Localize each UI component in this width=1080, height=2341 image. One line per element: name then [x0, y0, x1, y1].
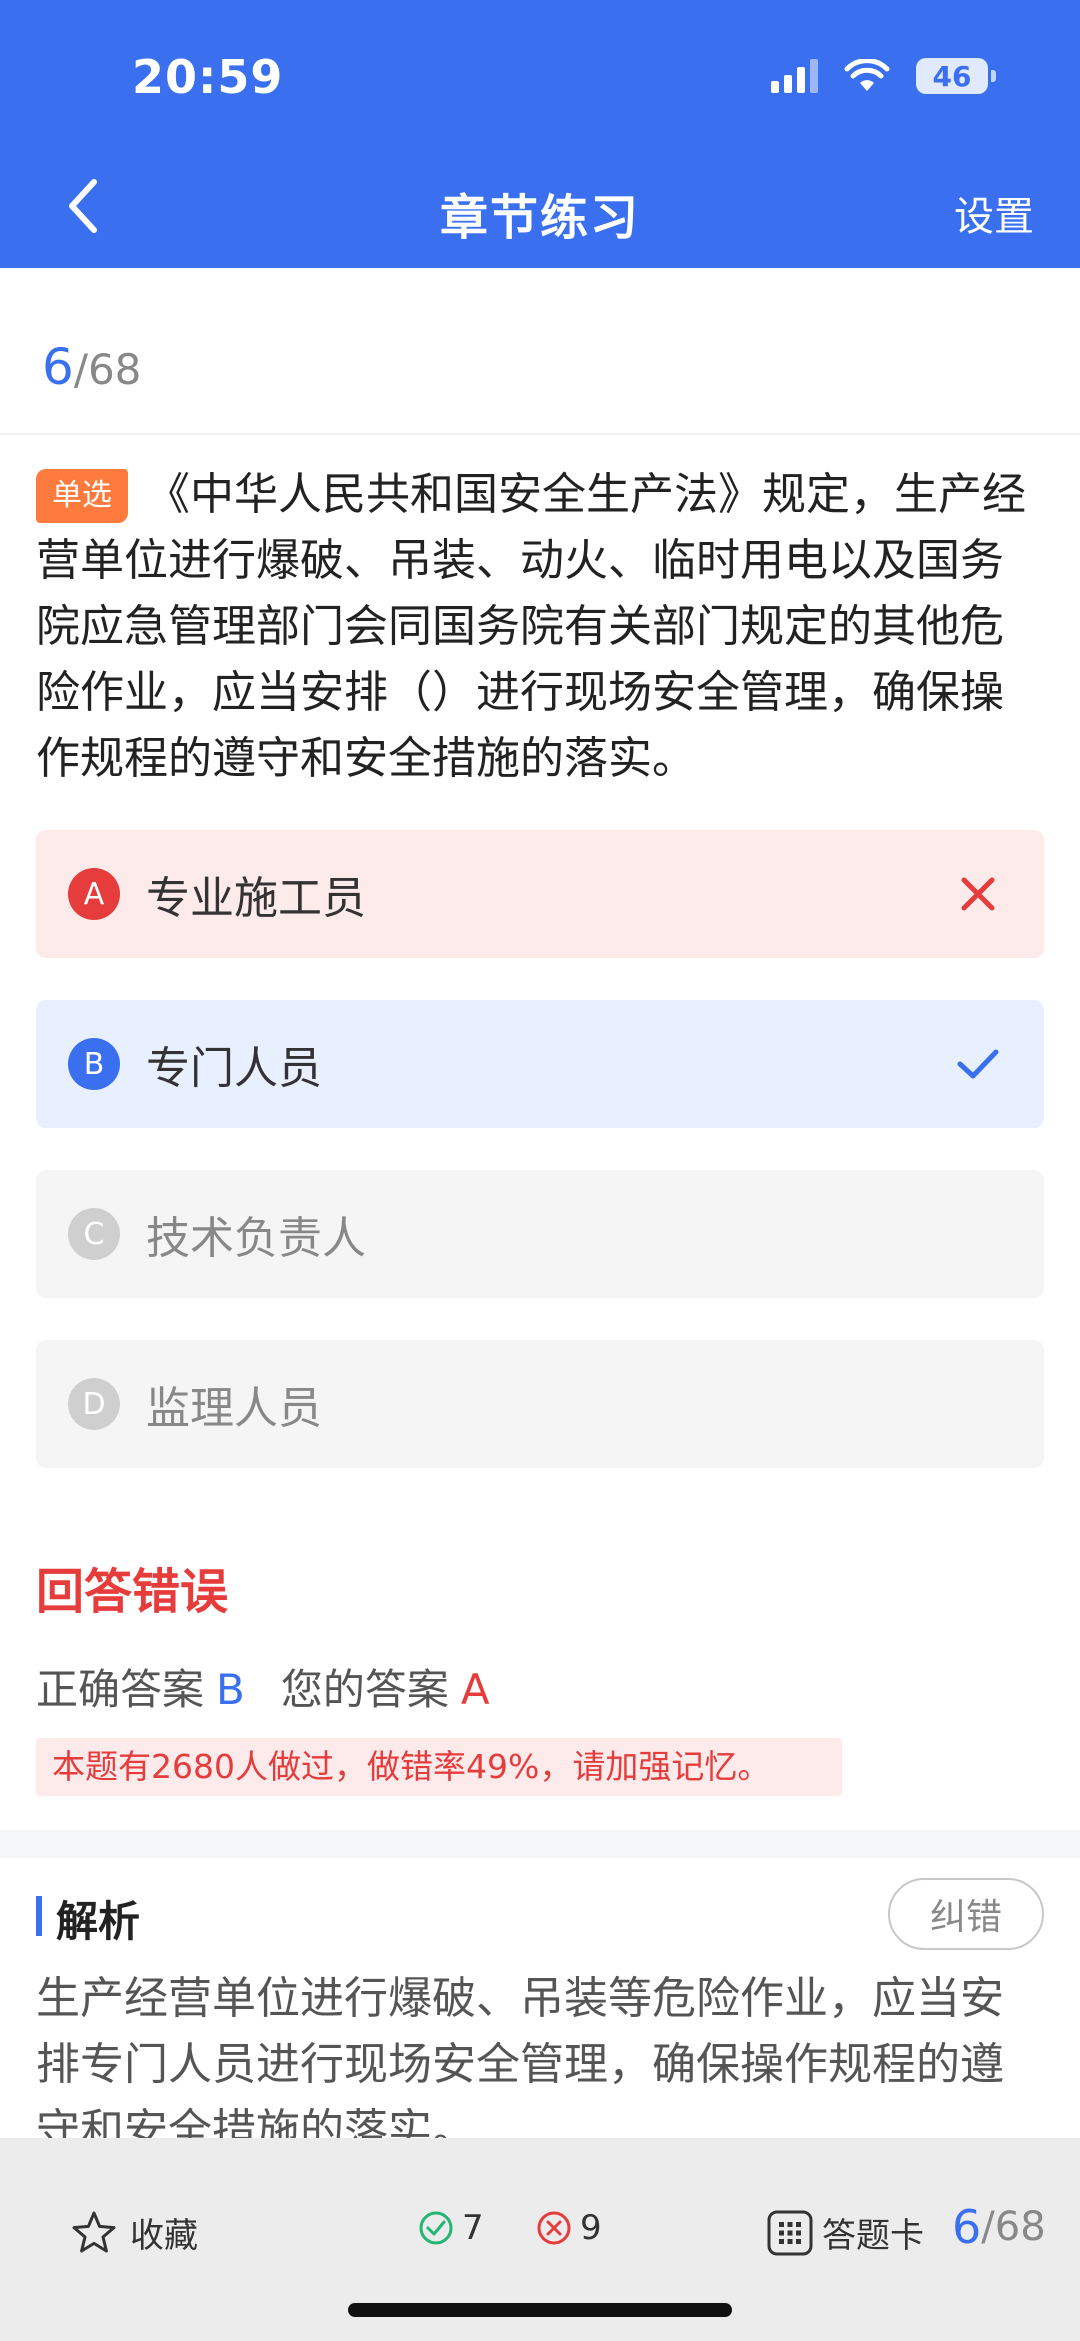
question-type-badge: 单选: [36, 469, 128, 523]
bottom-progress: 6/68: [952, 2200, 1046, 2254]
option-text: 技术负责人: [146, 1213, 366, 1264]
answer-card-label: 答题卡: [822, 2216, 924, 2256]
header: 20:59 46 章节练习 设置: [0, 0, 1080, 268]
settings-button[interactable]: 设置: [954, 184, 1034, 242]
favorite-button[interactable]: 收藏: [70, 2208, 198, 2257]
status-icons: 46: [771, 58, 996, 94]
check-icon: [957, 1049, 999, 1079]
wrong-count-value: 9: [580, 2208, 602, 2248]
section-separator: [0, 1830, 1080, 1858]
analysis-text: 生产经营单位进行爆破、吊装等危险作业，应当安排专门人员进行现场安全管理，确保操作…: [36, 1973, 1004, 2138]
answer-card-button[interactable]: 答题卡: [766, 2208, 924, 2257]
battery-icon: 46: [916, 58, 996, 94]
option-c[interactable]: C 技术负责人: [36, 1170, 1044, 1298]
your-answer-label: 您的答案: [280, 1665, 449, 1714]
option-text: 监理人员: [146, 1383, 322, 1434]
section-accent-bar: [36, 1896, 42, 1936]
question-block: 单选 《中华人民共和国安全生产法》规定，生产经营单位进行爆破、吊装、动火、临时用电…: [36, 462, 1046, 792]
result-title: 回答错误: [36, 1564, 229, 1620]
wrong-x-icon: [961, 877, 995, 911]
wifi-icon: [844, 59, 890, 91]
error-rate-tip: 本题有2680人做过，做错率49%，请加强记忆。: [36, 1738, 842, 1796]
wrong-count: 9: [536, 2208, 602, 2248]
progress-current: 6: [42, 338, 74, 396]
option-letter: A: [68, 868, 120, 920]
star-icon: [72, 2211, 116, 2252]
bottom-progress-current: 6: [952, 2200, 982, 2254]
home-indicator[interactable]: [348, 2303, 732, 2317]
answer-summary: 正确答案 B 您的答案 A: [36, 1656, 490, 1717]
right-count-value: 7: [462, 2208, 484, 2248]
question-text: 《中华人民共和国安全生产法》规定，生产经营单位进行爆破、吊装、动火、临时用电以及…: [36, 469, 1026, 784]
option-letter: C: [68, 1208, 120, 1260]
grid-icon: [767, 2210, 813, 2255]
x-circle-icon: [537, 2211, 571, 2245]
option-text: 专业施工员: [146, 873, 366, 924]
bottom-progress-total: /68: [981, 2204, 1046, 2250]
option-letter: B: [68, 1038, 120, 1090]
option-letter: D: [68, 1378, 120, 1430]
check-circle-icon: [419, 2211, 453, 2245]
your-answer-value: A: [460, 1665, 490, 1714]
option-text: 专门人员: [146, 1043, 322, 1094]
option-a[interactable]: A 专业施工员: [36, 830, 1044, 958]
report-error-button[interactable]: 纠错: [888, 1878, 1044, 1950]
progress-total: /68: [73, 345, 142, 394]
option-b[interactable]: B 专门人员: [36, 1000, 1044, 1128]
question-progress: 6/68: [42, 338, 141, 396]
favorite-label: 收藏: [130, 2216, 198, 2256]
page-title: 章节练习: [439, 190, 640, 246]
analysis-title: 解析: [56, 1897, 141, 1946]
cellular-signal-icon: [771, 59, 818, 93]
right-count: 7: [418, 2208, 484, 2248]
option-d[interactable]: D 监理人员: [36, 1340, 1044, 1468]
status-time: 20:59: [132, 50, 284, 104]
divider: [0, 433, 1080, 435]
correct-answer-value: B: [216, 1665, 245, 1714]
correct-answer-label: 正确答案: [36, 1665, 205, 1714]
